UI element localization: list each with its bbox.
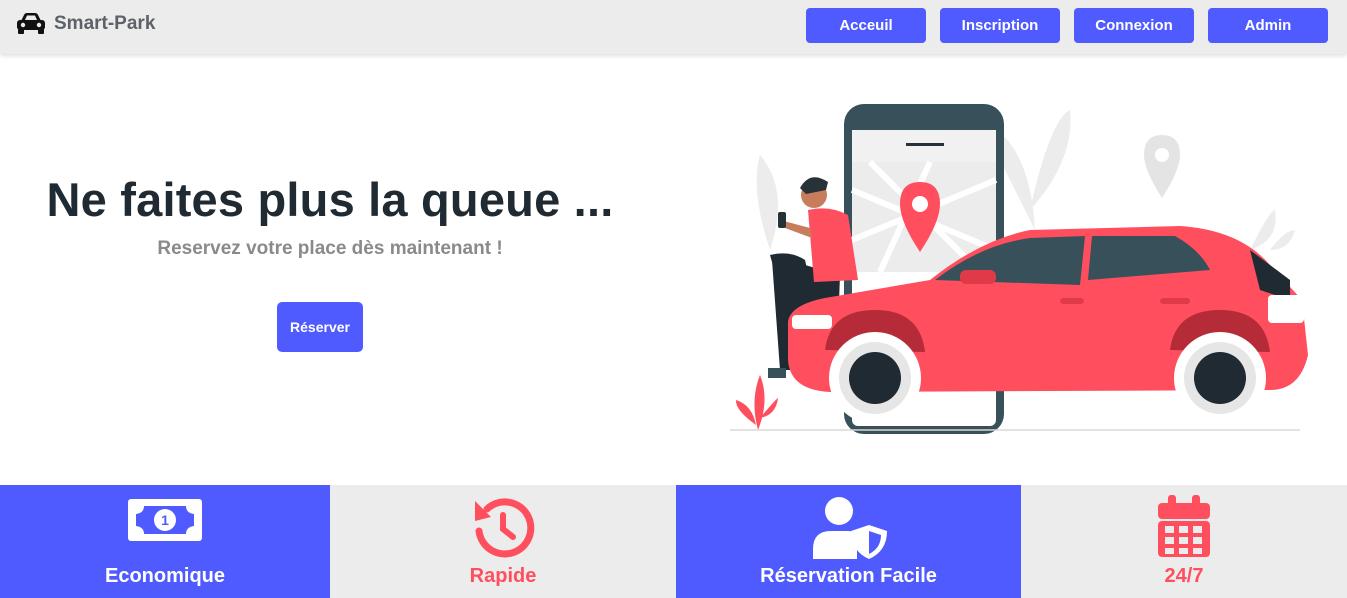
plant <box>735 375 778 430</box>
hero-subtitle: Reservez votre place dès maintenant ! <box>157 238 503 259</box>
feature-label: 24/7 <box>1164 565 1204 587</box>
feature-label: Rapide <box>469 565 537 587</box>
money-bill-icon: 1 <box>128 499 202 541</box>
grey-pin <box>1144 135 1180 198</box>
nav-button-admin[interactable]: Admin <box>1208 8 1328 43</box>
feature-label: Réservation Facile <box>760 565 937 587</box>
nav-button-inscription[interactable]: Inscription <box>940 8 1060 43</box>
feature-label: Economique <box>104 565 225 587</box>
brand[interactable]: Smart-Park <box>15 12 155 36</box>
feature-economique: 1 Economique <box>0 485 330 598</box>
feature-reservation-facile: Réservation Facile <box>676 485 1021 598</box>
brand-name: Smart-Park <box>54 13 156 34</box>
user-shield-icon <box>812 497 887 559</box>
calendar-icon <box>1158 495 1210 557</box>
svg-text:1: 1 <box>161 512 169 528</box>
car-icon <box>17 13 45 34</box>
feature-24-7: 24/7 <box>1021 485 1347 598</box>
features-strip: 1 Economique Rapide Réservation Facile 2… <box>0 485 1347 598</box>
hero-title: Ne faites plus la queue ... <box>46 173 614 226</box>
parking-illustration <box>730 104 1308 434</box>
feature-rapide: Rapide <box>330 485 676 598</box>
nav-button-acceuil[interactable]: Acceuil <box>806 8 926 43</box>
reserve-button[interactable]: Réserver <box>277 302 363 352</box>
history-clock-icon <box>475 498 535 558</box>
navbar: Smart-Park Acceuil Inscription Connexion… <box>0 0 1347 54</box>
nav-button-connexion[interactable]: Connexion <box>1074 8 1194 43</box>
